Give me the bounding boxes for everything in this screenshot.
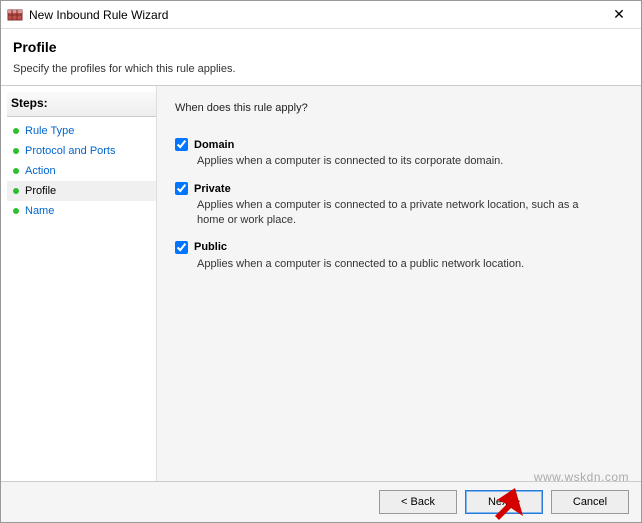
step-protocol-ports[interactable]: Protocol and Ports <box>7 141 156 161</box>
step-label: Profile <box>25 185 56 197</box>
step-profile[interactable]: Profile <box>7 181 156 201</box>
step-rule-type[interactable]: Rule Type <box>7 121 156 141</box>
option-private-row[interactable]: Private <box>175 182 623 195</box>
page-subtitle: Specify the profiles for which this rule… <box>13 63 629 75</box>
step-label: Action <box>25 165 56 177</box>
wizard-footer: < Back Next > Cancel <box>1 481 641 522</box>
public-checkbox[interactable] <box>175 241 188 254</box>
firewall-icon <box>7 7 23 23</box>
page-title: Profile <box>13 39 629 55</box>
wizard-body: Steps: Rule Type Protocol and Ports Acti… <box>1 86 641 481</box>
wizard-header: Profile Specify the profiles for which t… <box>1 29 641 86</box>
titlebar: New Inbound Rule Wizard ✕ <box>1 1 641 29</box>
step-bullet-icon <box>13 168 19 174</box>
step-label: Name <box>25 205 54 217</box>
back-button[interactable]: < Back <box>379 490 457 514</box>
step-label: Protocol and Ports <box>25 145 116 157</box>
close-icon[interactable]: ✕ <box>603 6 635 23</box>
option-title: Public <box>194 241 227 253</box>
private-checkbox[interactable] <box>175 182 188 195</box>
step-action[interactable]: Action <box>7 161 156 181</box>
step-name[interactable]: Name <box>7 201 156 221</box>
option-title: Private <box>194 183 231 195</box>
option-public: Public Applies when a computer is connec… <box>175 241 623 271</box>
steps-heading: Steps: <box>7 92 156 117</box>
option-public-row[interactable]: Public <box>175 241 623 254</box>
option-domain: Domain Applies when a computer is connec… <box>175 138 623 168</box>
next-button[interactable]: Next > <box>465 490 543 514</box>
step-bullet-icon <box>13 188 19 194</box>
step-bullet-icon <box>13 208 19 214</box>
option-desc: Applies when a computer is connected to … <box>197 154 607 168</box>
option-private: Private Applies when a computer is conne… <box>175 182 623 227</box>
window-title: New Inbound Rule Wizard <box>29 8 603 22</box>
content-question: When does this rule apply? <box>175 102 623 114</box>
cancel-button[interactable]: Cancel <box>551 490 629 514</box>
steps-sidebar: Steps: Rule Type Protocol and Ports Acti… <box>1 86 156 481</box>
option-desc: Applies when a computer is connected to … <box>197 198 607 227</box>
step-label: Rule Type <box>25 125 74 137</box>
domain-checkbox[interactable] <box>175 138 188 151</box>
step-bullet-icon <box>13 148 19 154</box>
option-domain-row[interactable]: Domain <box>175 138 623 151</box>
content-panel: When does this rule apply? Domain Applie… <box>156 86 641 481</box>
step-bullet-icon <box>13 128 19 134</box>
option-desc: Applies when a computer is connected to … <box>197 257 607 271</box>
option-title: Domain <box>194 139 234 151</box>
